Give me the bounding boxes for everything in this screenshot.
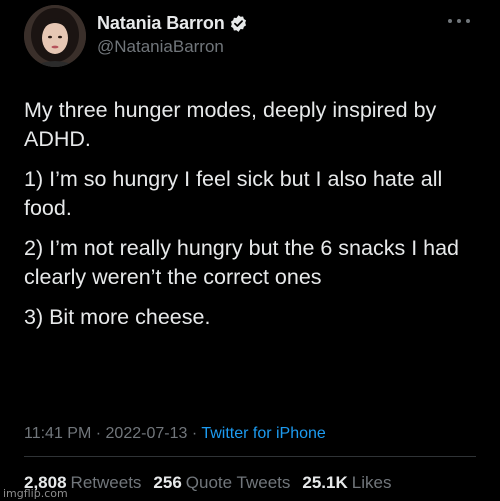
tweet-paragraph: 2) I’m not really hungry but the 6 snack… [24, 236, 460, 289]
quote-tweets-stat[interactable]: 256 Quote Tweets [153, 473, 290, 493]
tweet-source-link[interactable]: Twitter for iPhone [201, 425, 326, 442]
avatar[interactable] [24, 5, 86, 67]
likes-label: Likes [351, 473, 392, 492]
quote-tweets-label: Quote Tweets [185, 473, 291, 492]
profile-photo [24, 5, 86, 67]
tweet-paragraph: 1) I’m so hungry I feel sick but I also … [24, 167, 443, 220]
author-info: Natania Barron @NataniaBarron [97, 12, 248, 57]
retweets-label: Retweets [70, 473, 142, 492]
dot [448, 19, 452, 23]
tweet-paragraph: 3) Bit more cheese. [24, 305, 211, 329]
tweet-time[interactable]: 11:41 PM [24, 425, 91, 442]
watermark: imgflip.com [3, 487, 68, 500]
tweet-card: Natania Barron @NataniaBarron My three h… [0, 0, 500, 501]
quote-tweets-count: 256 [153, 473, 182, 492]
tweet-date[interactable]: 2022-07-13 [106, 425, 188, 442]
dot [457, 19, 461, 23]
divider [24, 456, 476, 457]
meta-separator: · [95, 425, 106, 442]
display-name[interactable]: Natania Barron [97, 13, 225, 34]
dot [466, 19, 470, 23]
handle[interactable]: @NataniaBarron [97, 37, 248, 57]
engagement-stats: 2,808 Retweets 256 Quote Tweets 25.1K Likes [24, 473, 403, 493]
display-name-row: Natania Barron [97, 12, 248, 34]
tweet-meta: 11:41 PM · 2022-07-13 · Twitter for iPho… [24, 425, 326, 443]
meta-separator: · [191, 425, 202, 442]
likes-count: 25.1K [302, 473, 348, 492]
tweet-paragraph: My three hunger modes, deeply inspired b… [24, 98, 437, 151]
verified-badge-icon [229, 14, 248, 33]
likes-stat[interactable]: 25.1K Likes [302, 473, 391, 493]
tweet-text: My three hunger modes, deeply inspired b… [24, 96, 484, 343]
more-options-icon[interactable] [448, 14, 470, 28]
